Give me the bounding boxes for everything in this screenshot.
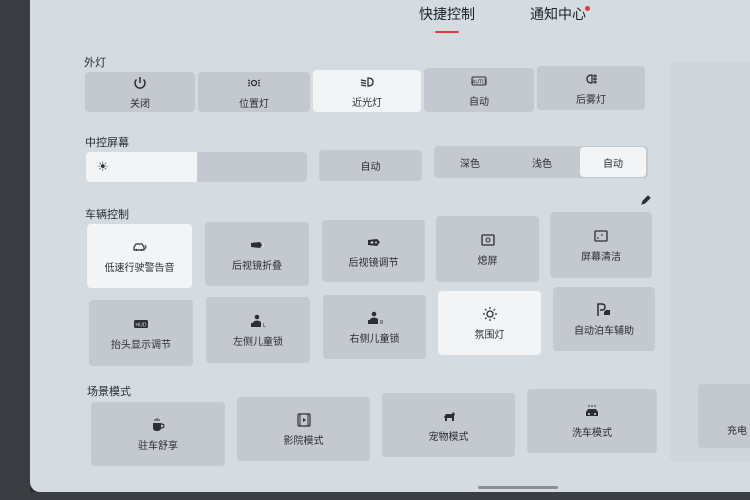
- hud-adjust-label: 抬头显示调节: [111, 339, 171, 351]
- section-vehicle-controls-label: 车辆控制: [85, 208, 129, 221]
- auto-parking-label: 自动泊车辅助: [574, 325, 634, 337]
- auto-light-icon: AUTO: [471, 73, 487, 89]
- screen-auto-brightness-button[interactable]: 自动: [319, 150, 422, 181]
- section-center-screen-label: 中控屏幕: [85, 136, 129, 149]
- power-icon: [132, 75, 148, 91]
- pet-mode-icon: [441, 408, 457, 424]
- car-wash-mode-button[interactable]: 洗车模式: [527, 389, 657, 453]
- charging-mode-button[interactable]: [698, 384, 750, 448]
- svg-text:R: R: [380, 320, 383, 326]
- active-tab-indicator: [435, 31, 459, 33]
- screen-off-icon: [480, 232, 496, 248]
- control-screen: 快捷控制 通知中心 外灯 关闭 位置灯 近光灯 AUTO 自动 后雾灯 中控屏幕…: [30, 0, 750, 492]
- rear-fog-light-button[interactable]: 后雾灯: [537, 66, 645, 110]
- screen-clean-label: 屏幕清洁: [581, 251, 621, 263]
- low-speed-warning-button[interactable]: 低速行驶警告音: [87, 224, 192, 288]
- position-light-label: 位置灯: [239, 98, 269, 110]
- screen-auto-brightness-label: 自动: [360, 162, 381, 173]
- theme-option-auto[interactable]: 自动: [580, 147, 646, 177]
- low-beam-label: 近光灯: [352, 97, 382, 109]
- mirror-adjust-button[interactable]: 后视镜调节: [322, 220, 425, 282]
- charging-mode-label: 充电: [727, 426, 747, 437]
- pet-mode-label: 宠物模式: [428, 431, 469, 443]
- mirror-adjust-icon: [366, 234, 382, 250]
- car-wash-mode-label: 洗车模式: [572, 427, 612, 439]
- cinema-mode-button[interactable]: 影院模式: [237, 397, 370, 461]
- auto-parking-button[interactable]: 自动泊车辅助: [553, 287, 655, 351]
- cinema-mode-label: 影院模式: [283, 435, 324, 447]
- pet-mode-button[interactable]: 宠物模式: [382, 393, 515, 457]
- svg-text:L: L: [263, 323, 266, 329]
- parking-comfort-label: 驻车舒享: [138, 440, 178, 452]
- low-beam-button[interactable]: 近光灯: [313, 70, 421, 112]
- parking-comfort-icon: [150, 417, 166, 433]
- right-child-lock-button[interactable]: R 右侧儿童锁: [323, 295, 426, 359]
- low-beam-icon: [359, 74, 375, 90]
- car-wash-mode-icon: [584, 404, 600, 420]
- light-off-button[interactable]: 关闭: [85, 72, 195, 112]
- mirror-fold-icon: [249, 237, 265, 253]
- mirror-fold-label: 后视镜折叠: [232, 260, 282, 272]
- brightness-slider[interactable]: ☀: [86, 152, 307, 182]
- top-tabs: 快捷控制 通知中心: [30, 4, 750, 34]
- left-child-lock-button[interactable]: L 左侧儿童锁: [206, 297, 310, 363]
- svg-text:AUTO: AUTO: [472, 79, 486, 85]
- screen-bezel-bottom: [0, 492, 750, 500]
- edit-pencil-icon[interactable]: [640, 194, 652, 206]
- mirror-fold-button[interactable]: 后视镜折叠: [205, 222, 309, 286]
- hud-adjust-button[interactable]: HUD 抬头显示调节: [89, 300, 193, 366]
- parking-comfort-button[interactable]: 驻车舒享: [91, 402, 225, 466]
- tab-notification-center[interactable]: 通知中心: [530, 4, 586, 24]
- section-exterior-lights-label: 外灯: [84, 56, 106, 69]
- svg-text:HUD: HUD: [135, 322, 146, 328]
- mirror-adjust-label: 后视镜调节: [348, 257, 399, 269]
- left-child-lock-icon: L: [250, 313, 266, 329]
- screen-clean-icon: [593, 228, 609, 244]
- light-off-label: 关闭: [130, 98, 150, 110]
- ambient-light-label: 氛围灯: [474, 329, 505, 341]
- position-light-button[interactable]: 位置灯: [198, 72, 310, 112]
- cinema-mode-icon: [296, 412, 312, 428]
- screen-clean-button[interactable]: 屏幕清洁: [550, 212, 652, 278]
- home-indicator[interactable]: [478, 486, 558, 489]
- section-scene-modes-label: 场景模式: [87, 385, 131, 398]
- low-speed-warning-icon: [132, 239, 148, 255]
- notification-dot: [585, 6, 590, 11]
- ambient-light-icon: [482, 306, 498, 322]
- rear-fog-light-label: 后雾灯: [576, 94, 606, 106]
- right-child-lock-label: 右侧儿童锁: [349, 333, 400, 345]
- auto-parking-icon: [596, 302, 612, 318]
- screen-off-label: 熄屏: [477, 255, 498, 267]
- left-child-lock-label: 左侧儿童锁: [233, 336, 283, 348]
- tab-quick-controls[interactable]: 快捷控制: [419, 4, 475, 24]
- rear-fog-light-icon: [583, 71, 599, 87]
- ambient-light-button[interactable]: 氛围灯: [438, 291, 541, 355]
- hud-icon: HUD: [133, 316, 149, 332]
- screen-off-button[interactable]: 熄屏: [436, 216, 539, 282]
- position-light-icon: [246, 75, 262, 91]
- theme-option-light[interactable]: 浅色: [506, 146, 578, 178]
- low-speed-warning-label: 低速行驶警告音: [104, 262, 175, 274]
- theme-option-dark[interactable]: 深色: [434, 146, 506, 178]
- auto-light-label: 自动: [469, 96, 489, 108]
- screen-bezel-left: [0, 0, 30, 500]
- right-child-lock-icon: R: [367, 310, 383, 326]
- theme-segmented-control: 深色 浅色 自动: [434, 146, 648, 178]
- brightness-sun-icon: ☀: [97, 160, 109, 175]
- auto-light-button[interactable]: AUTO 自动: [424, 68, 534, 112]
